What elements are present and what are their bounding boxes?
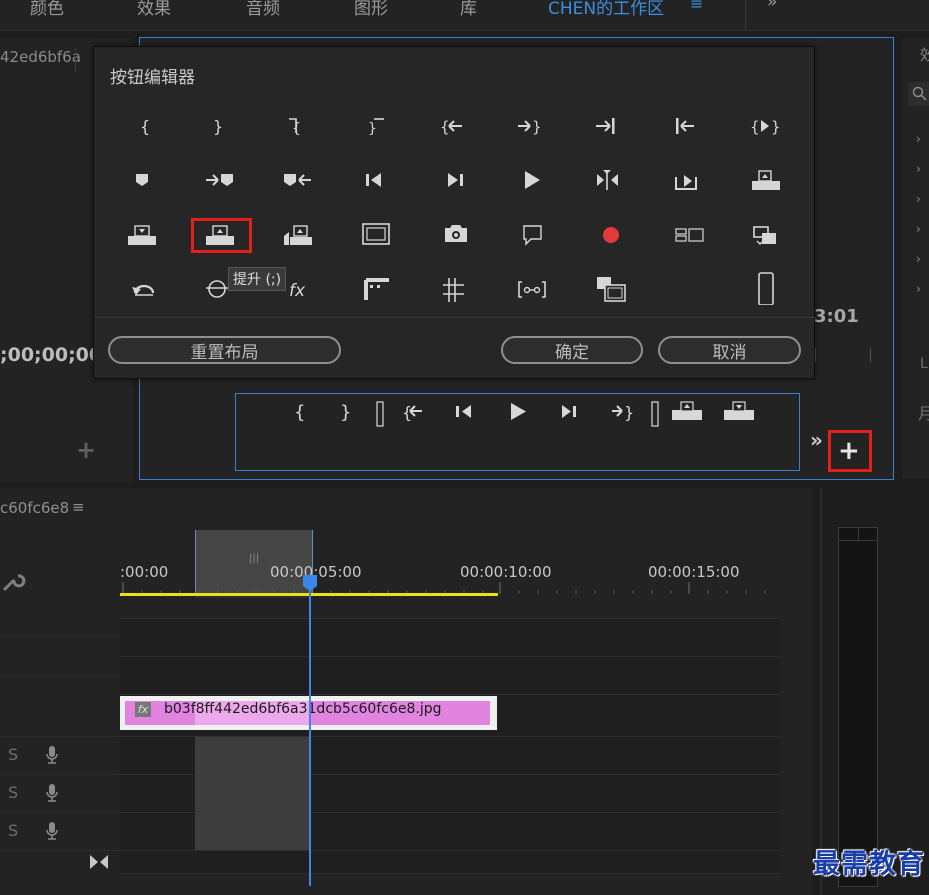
track-header-a2[interactable]: S [0,775,119,813]
panel-label-l: L [920,356,928,372]
svg-text:}: } [771,118,781,136]
tab-divider [745,0,746,30]
tab-color[interactable]: 颜色 [30,0,64,19]
reset-layout-button[interactable]: 重置布局 [108,336,341,364]
tab-graphics[interactable]: 图形 [354,0,388,19]
ok-button[interactable]: 确定 [501,336,643,364]
effects-panel-title: 效 [920,46,929,64]
search-icon[interactable] [908,82,929,106]
playhead-line[interactable] [309,586,311,886]
effects-panel: 效 › › › › › › L 月 [902,38,929,478]
svg-text:}: } [624,403,634,422]
microphone-icon[interactable] [45,822,59,842]
lift-button-highlight [191,218,252,253]
svg-text:fx: fx [289,281,306,301]
workspace-menu-icon[interactable]: ≡ [690,0,703,13]
playhead-handle[interactable] [302,574,318,592]
dialog-divider [94,317,816,318]
program-timecode: 3:01 [814,306,859,327]
master-bowtie-icon[interactable] [88,853,110,871]
meter-split [858,528,859,540]
scrub-tick [815,348,816,362]
track-header-v1[interactable] [0,676,119,737]
watermark: 最需教育 [813,849,925,880]
fx-badge[interactable]: fx [135,702,151,717]
track-master[interactable] [120,851,780,874]
track-spacer [120,598,780,619]
transport-more-icon[interactable]: » [810,428,823,452]
tab-custom-workspace[interactable]: CHEN的工作区 [548,0,664,19]
button-editor-add-button[interactable]: + [838,436,860,466]
svg-text:{: { [140,117,150,136]
clip-name: b03f8ff442ed6bf6a31dcb5c60fc6e8.jpg [164,701,442,717]
sequence-name: c60fc6e8 [0,499,70,517]
svg-text:{: { [292,121,301,137]
svg-text:{: { [750,118,760,136]
dialog-title: 按钮编辑器 [110,68,195,88]
svg-text:}: } [368,121,377,137]
tab-effects[interactable]: 效果 [137,0,171,19]
button-palette[interactable]: { } { } { } {} fx [94,105,816,305]
source-timecode: ;00;00;00 [0,344,103,366]
solo-toggle[interactable]: S [8,783,18,802]
svg-text:}: } [532,118,542,136]
source-panel-title: 42ed6bf6a [0,48,81,66]
panel-divider [75,48,76,72]
solo-toggle[interactable]: S [8,745,18,764]
svg-text:}: } [340,402,351,423]
track-v3[interactable] [120,619,780,657]
microphone-icon[interactable] [45,746,59,766]
track-header-v3[interactable] [0,598,119,637]
panel-label-yue: 月 [918,404,929,423]
lift-tooltip: 提升 (;) [228,267,287,291]
track-header-v2[interactable] [0,637,119,676]
solo-toggle[interactable]: S [8,821,18,840]
add-button[interactable]: + [76,436,96,464]
workspace-tabbar: 颜色 效果 音频 图形 库 CHEN的工作区 ≡ » [0,0,929,31]
button-editor-dialog: 按钮编辑器 { } { } { } {} fx 提升 (;) 重置布局 确定 取… [93,46,816,379]
audio-meter [838,527,878,887]
svg-text:{: { [294,402,305,423]
track-v2[interactable] [120,657,780,695]
microphone-icon[interactable] [45,784,59,804]
work-area-grip[interactable]: ||| [249,553,259,564]
program-transport-bar: { } { } [235,393,800,471]
tab-libraries[interactable]: 库 [460,0,477,19]
track-header-a1[interactable]: S [0,737,119,775]
track-header-a3[interactable]: S [0,813,119,851]
tab-audio[interactable]: 音频 [246,0,280,19]
effects-tree-chevrons: › › › › › › [916,132,921,296]
cancel-button[interactable]: 取消 [658,336,801,364]
audio-work-area-overlay [195,737,310,850]
overflow-icon[interactable]: » [767,0,777,12]
svg-text:}: } [213,117,223,136]
scrub-tick [870,348,871,362]
wrench-icon[interactable] [0,570,28,594]
panel-divider [820,488,822,895]
transport-buttons[interactable]: { } { } [236,394,801,434]
sequence-menu-icon[interactable]: ≡ [72,498,85,516]
svg-text:{: { [440,118,450,136]
